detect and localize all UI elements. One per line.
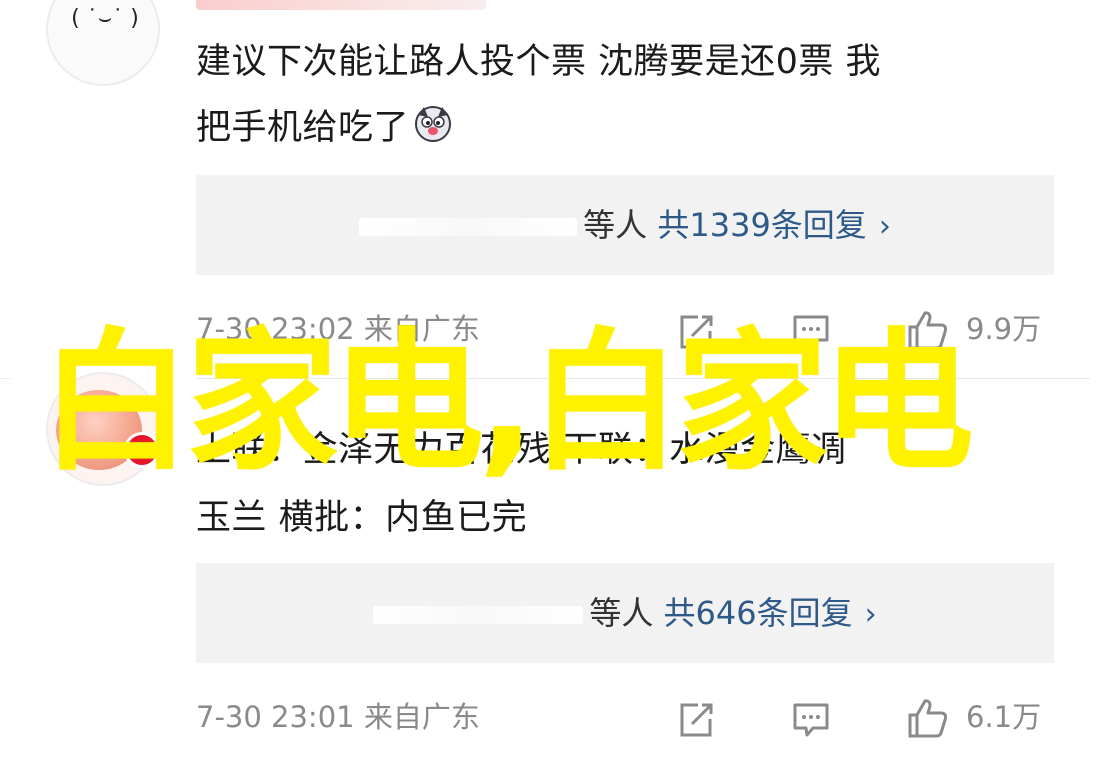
reply-count-link[interactable]: 共646条回复	[664, 594, 853, 632]
commenter-username[interactable]	[196, 0, 486, 10]
commenter-avatar[interactable]: ( ˙⌣˙ )	[46, 0, 160, 86]
replies-summary[interactable]: 等人 共1339条回复 ›	[196, 175, 1054, 275]
comment-text-fragment: 把手机给吃了	[196, 108, 410, 148]
thumbs-up-icon[interactable]	[906, 308, 950, 352]
reply-usernames	[359, 218, 578, 236]
comment-text-line: 把手机给吃了	[196, 98, 453, 158]
dog-emoji-icon	[415, 106, 452, 142]
thumbs-up-icon[interactable]	[906, 696, 950, 740]
avatar-face-icon: ( ˙⌣˙ )	[71, 6, 139, 31]
comment-text-line: 上联：金泽无力百花残 下联：水漫金鹰凋	[196, 430, 847, 470]
commenter-avatar[interactable]	[46, 372, 160, 486]
comment-time-location: 7-30 23:01 来自广东	[196, 700, 480, 734]
verified-badge-icon: ✓	[124, 432, 160, 468]
like-count: 6.1万	[966, 700, 1042, 734]
reply-count-link[interactable]: 共1339条回复	[657, 206, 866, 244]
comment-icon[interactable]	[791, 312, 831, 352]
comment-text-line: 玉兰 横批：内鱼已完	[196, 498, 528, 538]
reply-suffix: 等人	[589, 594, 654, 632]
share-icon[interactable]	[676, 312, 716, 352]
comment-meta: 7-30 23:01 来自广东 6.1万	[196, 692, 1054, 742]
comment-divider	[196, 378, 1090, 379]
reply-suffix: 等人	[583, 206, 648, 244]
comment-meta: 7-30 23:02 来自广东 9.9万	[196, 304, 1054, 354]
reply-usernames	[373, 606, 584, 624]
chevron-right-icon: ›	[878, 209, 891, 244]
chevron-right-icon: ›	[864, 597, 877, 632]
share-icon[interactable]	[676, 700, 716, 740]
comment-time-location: 7-30 23:02 来自广东	[196, 312, 480, 346]
like-count: 9.9万	[966, 312, 1042, 346]
comment-text-line: 建议下次能让路人投个票 沈腾要是还0票 我	[196, 42, 882, 82]
comment-divider	[0, 378, 10, 379]
comment-icon[interactable]	[791, 700, 831, 740]
replies-summary[interactable]: 等人 共646条回复 ›	[196, 563, 1054, 663]
